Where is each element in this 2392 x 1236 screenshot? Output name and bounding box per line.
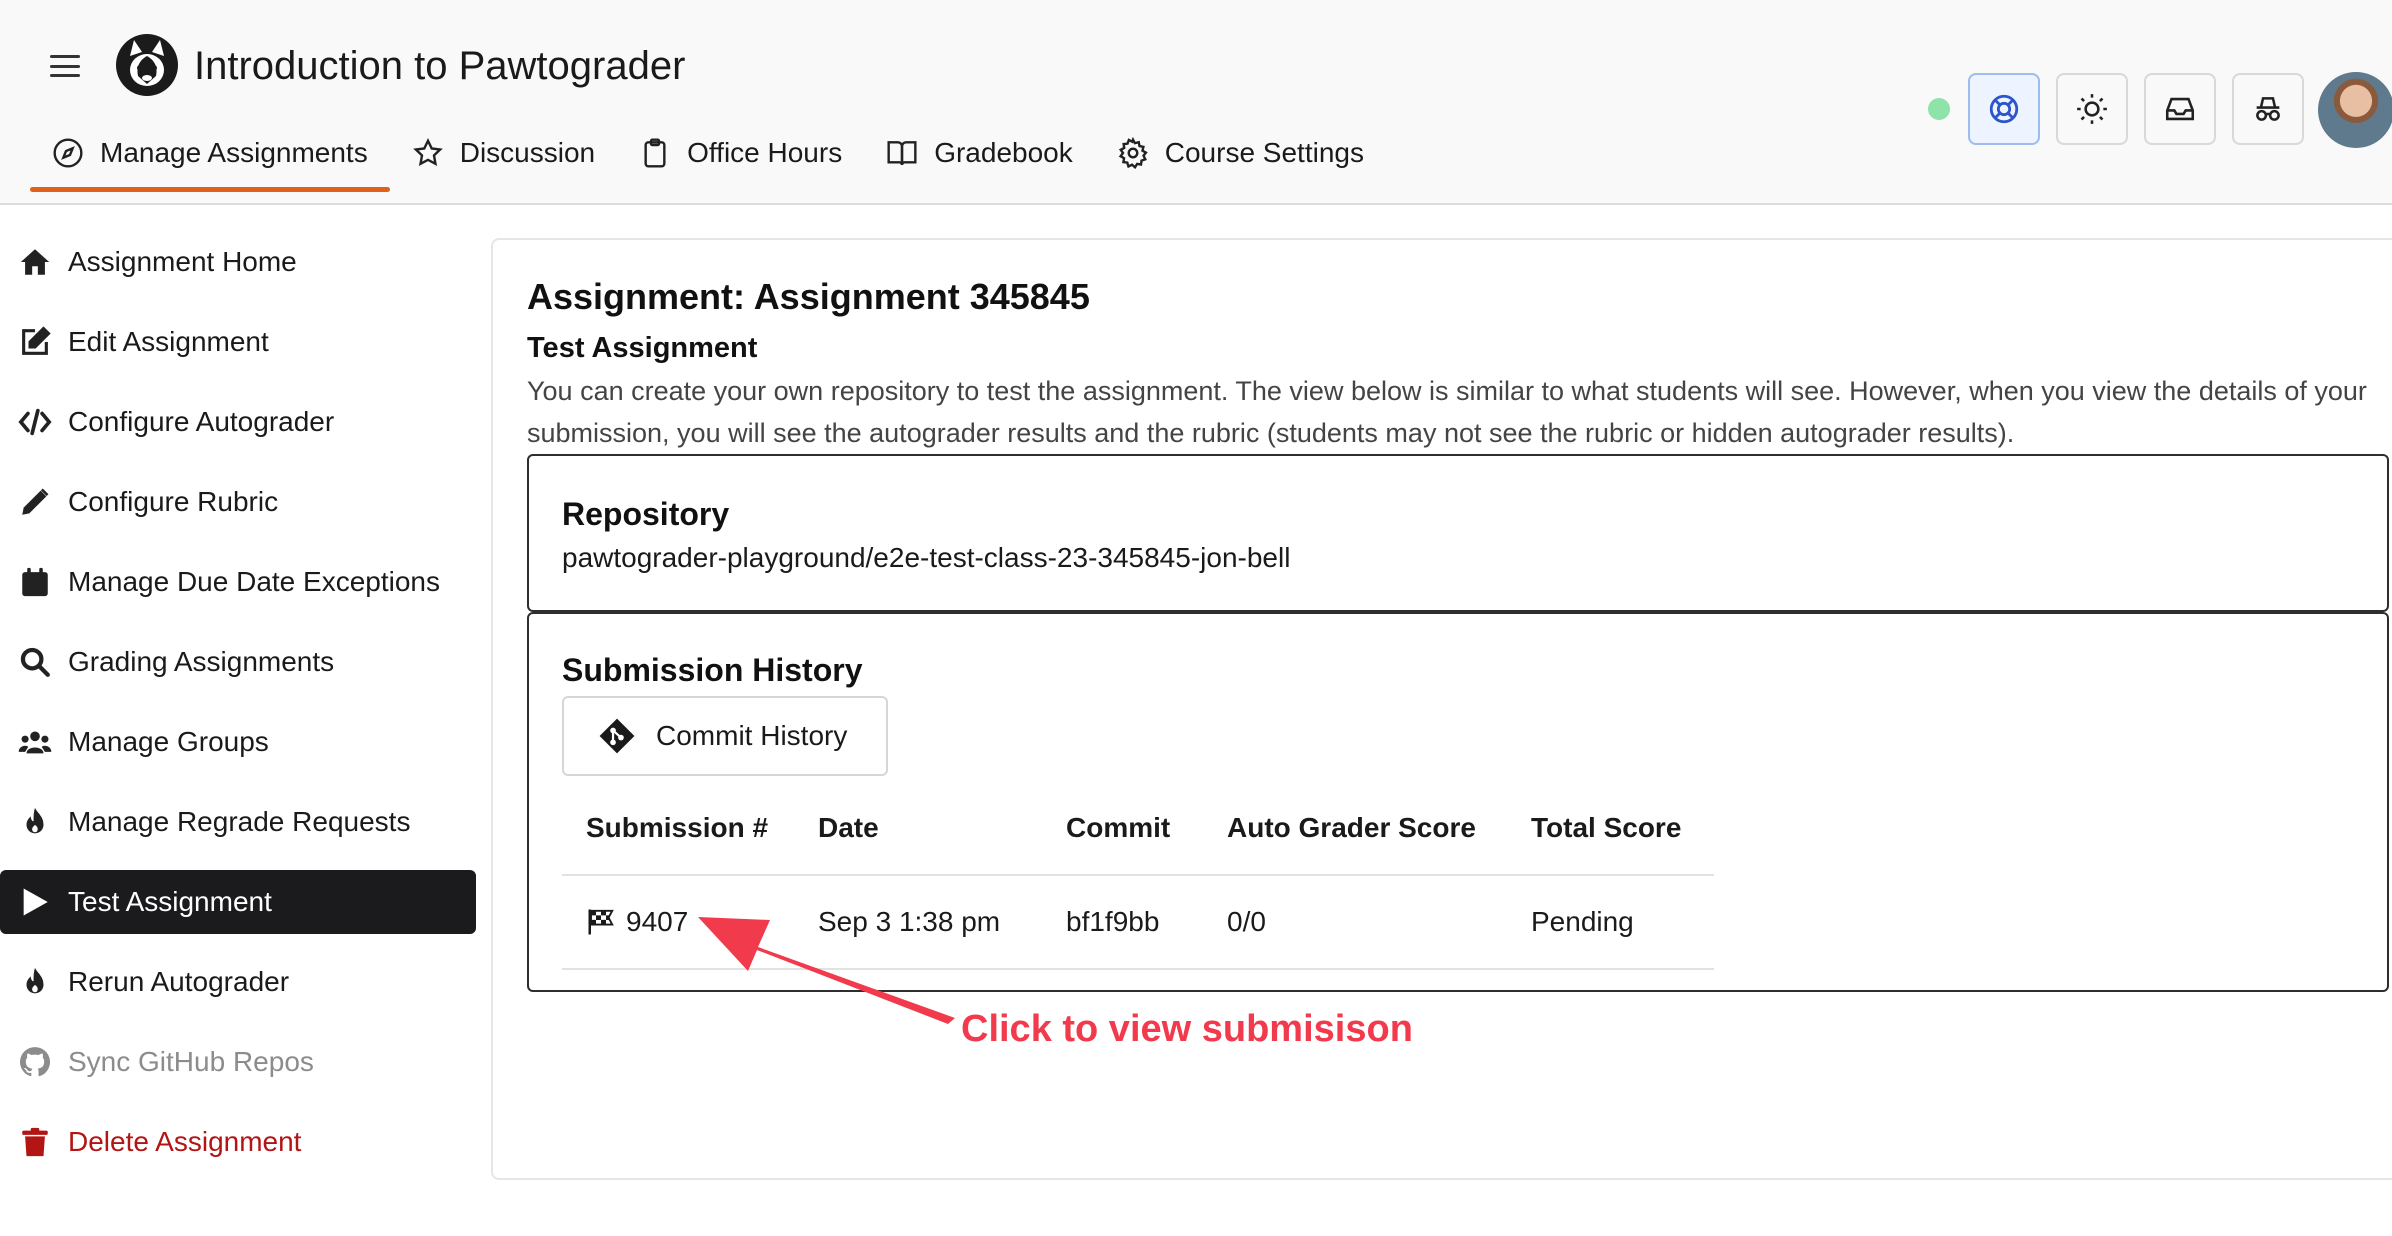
tab-manage-assignments[interactable]: Manage Assignments: [30, 120, 390, 186]
gear-icon: [1117, 137, 1149, 169]
sidebar-item-grading-assignments[interactable]: Grading Assignments: [0, 630, 476, 694]
course-title[interactable]: Introduction to Pawtograder: [194, 40, 685, 92]
repository-name[interactable]: pawtograder-playground/e2e-test-class-23…: [562, 542, 1290, 574]
submission-history-heading: Submission History: [562, 652, 863, 689]
column-header-submission: Submission #: [586, 782, 768, 874]
column-header-commit: Commit: [1066, 782, 1170, 874]
auto-grader-score-cell: 0/0: [1227, 876, 1266, 968]
sidebar-item-label: Configure Rubric: [68, 486, 278, 518]
total-score-cell: Pending: [1531, 876, 1634, 968]
section-heading: Test Assignment: [527, 332, 757, 365]
sidebar-item-configure-autograder[interactable]: Configure Autograder: [0, 390, 476, 454]
github-icon: [18, 1045, 52, 1079]
annotation-label: Click to view submisison: [961, 1008, 1413, 1051]
fire-icon: [18, 805, 52, 839]
sidebar-item-label: Manage Due Date Exceptions: [68, 566, 440, 598]
sidebar-item-test-assignment[interactable]: Test Assignment: [0, 870, 476, 934]
table-row[interactable]: 9407 Sep 3 1:38 pm bf1f9bb 0/0 Pending: [562, 876, 1714, 970]
sidebar-item-manage-due-date-exceptions[interactable]: Manage Due Date Exceptions: [0, 550, 476, 614]
trash-icon: [18, 1125, 52, 1159]
column-header-auto-grader-score: Auto Grader Score: [1227, 782, 1476, 874]
users-icon: [18, 725, 52, 759]
repository-card: Repository pawtograder-playground/e2e-te…: [527, 454, 2389, 612]
repository-heading: Repository: [562, 496, 729, 533]
sidebar-item-label: Delete Assignment: [68, 1126, 301, 1158]
tab-course-settings[interactable]: Course Settings: [1095, 120, 1386, 186]
tab-label: Office Hours: [687, 137, 842, 169]
sidebar-item-manage-regrade-requests[interactable]: Manage Regrade Requests: [0, 790, 476, 854]
top-header: Introduction to Pawtograder Manage Assig…: [0, 0, 2392, 205]
section-description: You can create your own repository to te…: [527, 370, 2387, 454]
compass-icon: [52, 137, 84, 169]
sidebar-item-label: Sync GitHub Repos: [68, 1046, 314, 1078]
assignment-sidebar: Assignment Home Edit Assignment Configur…: [0, 230, 476, 1190]
page-title: Assignment: Assignment 345845: [527, 276, 1090, 318]
theme-toggle-button[interactable]: [2056, 73, 2128, 145]
tab-label: Manage Assignments: [100, 137, 368, 169]
submission-history-table: Submission # Date Commit Auto Grader Sco…: [562, 782, 1714, 970]
edit-icon: [18, 325, 52, 359]
column-header-total-score: Total Score: [1531, 782, 1681, 874]
sidebar-item-label: Assignment Home: [68, 246, 297, 278]
inbox-icon: [2163, 92, 2197, 126]
submission-number-cell[interactable]: 9407: [586, 876, 688, 968]
commit-history-button[interactable]: Commit History: [562, 696, 888, 776]
tab-label: Gradebook: [934, 137, 1073, 169]
sidebar-item-label: Grading Assignments: [68, 646, 334, 678]
sidebar-item-manage-groups[interactable]: Manage Groups: [0, 710, 476, 774]
submission-history-card: Submission History Commit History Submis…: [527, 612, 2389, 992]
table-header-row: Submission # Date Commit Auto Grader Sco…: [562, 782, 1714, 876]
play-icon: [18, 885, 52, 919]
sidebar-item-label: Test Assignment: [68, 886, 272, 918]
connection-status-indicator: [1928, 98, 1950, 120]
sun-icon: [2075, 92, 2109, 126]
sidebar-item-rerun-autograder[interactable]: Rerun Autograder: [0, 950, 476, 1014]
clipboard-icon: [639, 137, 671, 169]
tab-label: Discussion: [460, 137, 595, 169]
course-nav-tabs: Manage Assignments Discussion Office Hou…: [30, 120, 1386, 190]
code-icon: [18, 405, 52, 439]
incognito-icon: [2251, 92, 2285, 126]
sidebar-item-edit-assignment[interactable]: Edit Assignment: [0, 310, 476, 374]
star-icon: [412, 137, 444, 169]
pawtograder-logo[interactable]: [116, 34, 178, 96]
view-as-student-button[interactable]: [2232, 73, 2304, 145]
commit-history-label: Commit History: [656, 720, 847, 752]
tab-office-hours[interactable]: Office Hours: [617, 120, 864, 186]
search-icon: [18, 645, 52, 679]
column-header-date: Date: [818, 782, 879, 874]
user-avatar[interactable]: [2318, 72, 2392, 148]
sidebar-item-label: Rerun Autograder: [68, 966, 289, 998]
book-icon: [886, 137, 918, 169]
commit-cell: bf1f9bb: [1066, 876, 1159, 968]
notifications-button[interactable]: [2144, 73, 2216, 145]
sidebar-item-delete-assignment[interactable]: Delete Assignment: [0, 1110, 476, 1174]
tab-gradebook[interactable]: Gradebook: [864, 120, 1095, 186]
sidebar-item-label: Configure Autograder: [68, 406, 334, 438]
date-cell: Sep 3 1:38 pm: [818, 876, 1000, 968]
calendar-icon: [18, 565, 52, 599]
sidebar-item-label: Manage Groups: [68, 726, 269, 758]
git-icon: [598, 717, 636, 755]
pencil-icon: [18, 485, 52, 519]
home-icon: [18, 245, 52, 279]
sidebar-item-sync-github-repos[interactable]: Sync GitHub Repos: [0, 1030, 476, 1094]
sidebar-item-label: Edit Assignment: [68, 326, 269, 358]
sidebar-item-assignment-home[interactable]: Assignment Home: [0, 230, 476, 294]
sidebar-item-configure-rubric[interactable]: Configure Rubric: [0, 470, 476, 534]
submission-link[interactable]: 9407: [626, 906, 688, 938]
checkered-flag-icon: [586, 907, 616, 937]
lifebuoy-icon: [1987, 92, 2021, 126]
tab-label: Course Settings: [1165, 137, 1364, 169]
menu-icon[interactable]: [50, 52, 80, 80]
tab-discussion[interactable]: Discussion: [390, 120, 617, 186]
sidebar-item-label: Manage Regrade Requests: [68, 806, 410, 838]
help-button[interactable]: [1968, 73, 2040, 145]
fire-icon: [18, 965, 52, 999]
